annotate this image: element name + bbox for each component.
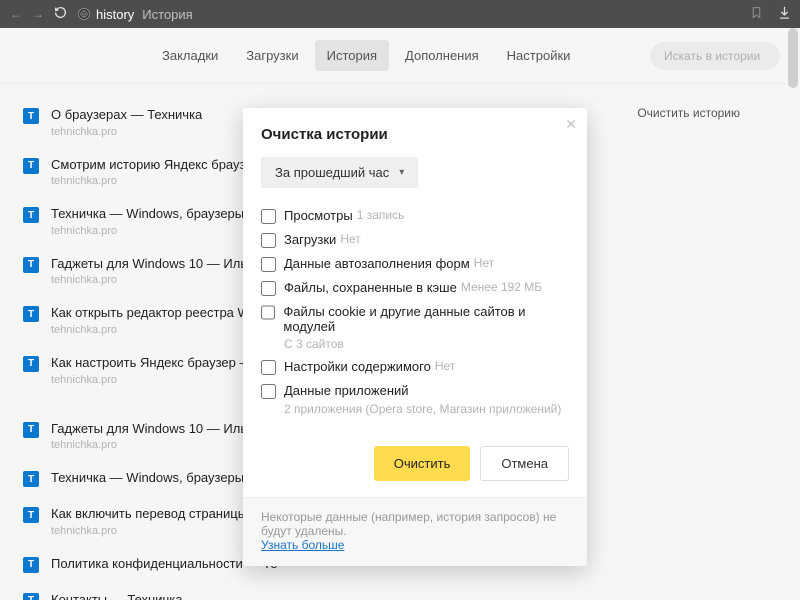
option-checkbox[interactable] <box>261 257 276 272</box>
option-row[interactable]: Просмотры 1 запись <box>261 204 569 228</box>
history-title: Техничка — Windows, браузеры, соц <box>51 206 273 222</box>
option-hint: Нет <box>474 256 494 270</box>
download-icon[interactable] <box>777 5 792 23</box>
modal-title: Очистка истории <box>261 126 569 143</box>
option-hint: Нет <box>435 359 455 373</box>
history-domain: tehnichka.pro <box>51 374 272 386</box>
bookmark-icon[interactable] <box>750 6 763 22</box>
history-domain: tehnichka.pro <box>51 225 273 237</box>
history-domain: tehnichka.pro <box>51 126 202 138</box>
option-subtext: С 3 сайтов <box>284 337 569 351</box>
favicon: T <box>23 507 39 523</box>
favicon: T <box>23 471 39 487</box>
option-hint: Менее 192 МБ <box>461 280 542 294</box>
search-input[interactable] <box>650 42 780 70</box>
option-checkbox[interactable] <box>261 209 276 224</box>
site-favicon <box>78 8 90 20</box>
history-item[interactable]: TКонтакты — Техничкаtehnichka.pro <box>23 583 740 600</box>
option-row[interactable]: Данные приложений <box>261 379 569 403</box>
option-subtext: 2 приложения (Opera store, Магазин прило… <box>284 402 569 416</box>
option-label: Просмотры <box>284 208 353 223</box>
tab-0[interactable]: Закладки <box>150 40 230 71</box>
history-title: Как включить перевод страницы в б <box>51 506 269 522</box>
option-row[interactable]: Файлы, сохраненные в кэше Менее 192 МБ <box>261 276 569 300</box>
option-checkbox[interactable] <box>261 384 276 399</box>
option-row[interactable]: Настройки содержимого Нет <box>261 355 569 379</box>
url-secondary: История <box>142 7 192 22</box>
scrollbar-thumb[interactable] <box>788 28 798 88</box>
scrollbar-track[interactable] <box>786 28 800 600</box>
option-checkbox[interactable] <box>261 360 276 375</box>
footer-text: Некоторые данные (например, история запр… <box>261 510 556 538</box>
favicon: T <box>23 207 39 223</box>
option-row[interactable]: Данные автозаполнения форм Нет <box>261 252 569 276</box>
option-checkbox[interactable] <box>261 233 276 248</box>
period-label: За прошедший час <box>275 165 389 180</box>
history-title: Техничка — Windows, браузеры, соц <box>51 470 273 486</box>
option-label: Файлы, сохраненные в кэше <box>284 280 457 295</box>
history-title: Как настроить Яндекс браузер — Ал <box>51 355 272 371</box>
history-domain: tehnichka.pro <box>51 175 267 187</box>
url-primary[interactable]: history <box>96 7 134 22</box>
close-icon[interactable]: ✕ <box>565 116 577 133</box>
history-domain: tehnichka.pro <box>51 324 274 336</box>
period-dropdown[interactable]: За прошедший час ▾ <box>261 157 418 188</box>
clear-history-modal: ✕ Очистка истории За прошедший час ▾ Про… <box>243 108 587 566</box>
tab-1[interactable]: Загрузки <box>234 40 310 71</box>
clear-button[interactable]: Очистить <box>374 446 471 481</box>
browser-chrome: ← → history История <box>0 0 800 28</box>
option-label: Файлы cookie и другие данные сайтов и мо… <box>283 304 569 334</box>
tab-3[interactable]: Дополнения <box>393 40 491 71</box>
history-title: Как открыть редактор реестра Windо <box>51 305 274 321</box>
favicon: T <box>23 108 39 124</box>
option-label: Данные автозаполнения форм <box>284 256 470 271</box>
forward-icon: → <box>30 7 46 21</box>
learn-more-link[interactable]: Узнать больше <box>261 538 344 552</box>
modal-footer: Некоторые данные (например, история запр… <box>243 497 587 566</box>
option-hint: 1 запись <box>357 208 405 222</box>
favicon: T <box>23 593 39 600</box>
option-label: Данные приложений <box>284 383 409 398</box>
favicon: T <box>23 356 39 372</box>
favicon: T <box>23 557 39 573</box>
modal-actions: Очистить Отмена <box>243 432 587 497</box>
tab-4[interactable]: Настройки <box>495 40 583 71</box>
reload-icon[interactable] <box>52 6 68 22</box>
chevron-down-icon: ▾ <box>399 167 404 178</box>
option-checkbox[interactable] <box>261 281 276 296</box>
favicon: T <box>23 158 39 174</box>
option-row[interactable]: Загрузки Нет <box>261 228 569 252</box>
favicon: T <box>23 422 39 438</box>
favicon: T <box>23 257 39 273</box>
option-label: Загрузки <box>284 232 336 247</box>
option-checkbox[interactable] <box>261 305 275 320</box>
history-domain: tehnichka.pro <box>51 525 269 537</box>
nav-row: ЗакладкиЗагрузкиИсторияДополненияНастрой… <box>0 28 800 84</box>
history-title: Смотрим историю Яндекс браузера <box>51 157 267 173</box>
tab-2[interactable]: История <box>315 40 389 71</box>
clear-history-link[interactable]: Очистить историю <box>637 106 740 120</box>
option-hint: Нет <box>340 232 360 246</box>
cancel-button[interactable]: Отмена <box>480 446 569 481</box>
option-row[interactable]: Файлы cookie и другие данные сайтов и мо… <box>261 300 569 338</box>
favicon: T <box>23 306 39 322</box>
option-label: Настройки содержимого <box>284 359 431 374</box>
history-title: Контакты — Техничка <box>51 592 182 600</box>
history-title: О браузерах — Техничка <box>51 107 202 123</box>
back-icon[interactable]: ← <box>8 7 24 21</box>
